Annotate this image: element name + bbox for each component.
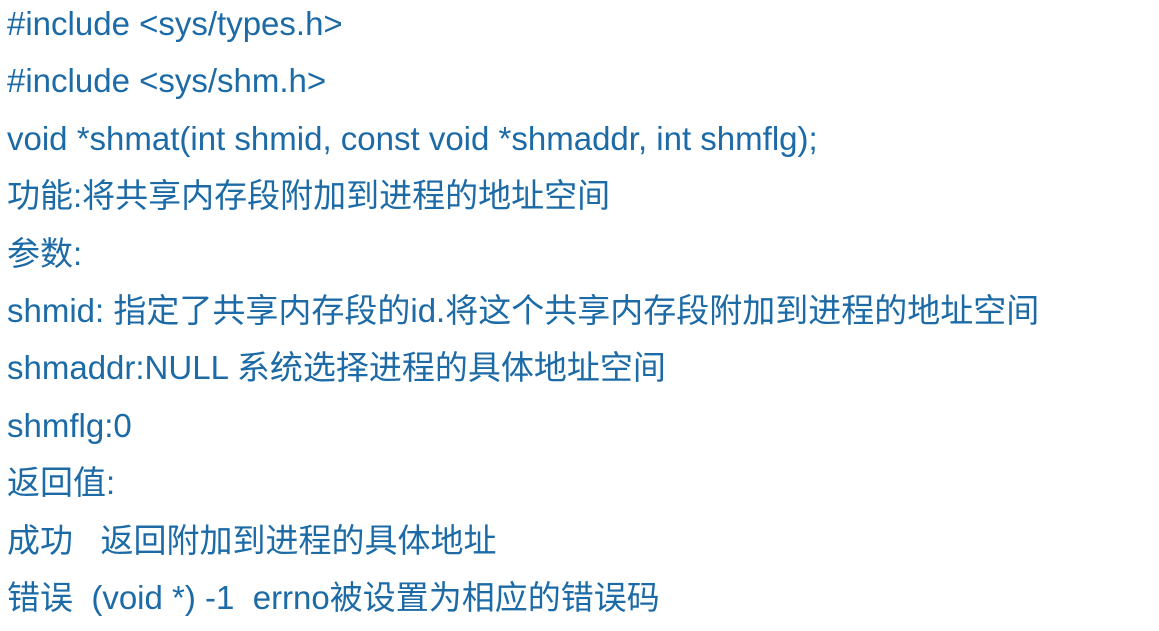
function-description-line: 功能:将共享内存段附加到进程的地址空间 (7, 177, 611, 215)
return-value-heading: 返回值: (7, 464, 116, 502)
param-shmflg-line: shmflg:0 (7, 406, 132, 444)
shmat-signature-line: void *shmat(int shmid, const void *shmad… (7, 119, 818, 157)
include-shm-line: #include <sys/shm.h> (7, 62, 327, 100)
param-shmaddr-line: shmaddr:NULL 系统选择进程的具体地址空间 (7, 349, 666, 387)
document-body: #include <sys/types.h> #include <sys/shm… (7, 0, 1159, 626)
parameters-heading: 参数: (7, 234, 83, 272)
include-types-line: #include <sys/types.h> (7, 5, 343, 42)
param-shmid-line: shmid: 指定了共享内存段的id.将这个共享内存段附加到进程的地址空间 (7, 291, 1040, 329)
return-error-line: 错误 (void *) -1 errno被设置为相应的错误码 (7, 578, 660, 616)
return-success-line: 成功 返回附加到进程的具体地址 (7, 521, 497, 559)
